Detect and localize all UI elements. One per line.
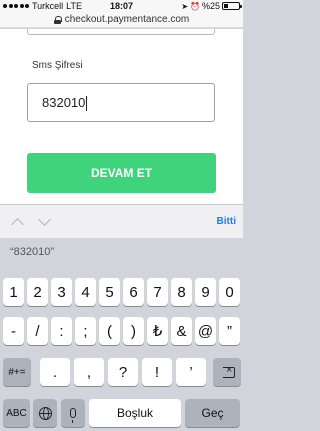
done-button[interactable]: Bitti <box>217 216 236 227</box>
key-exclamation[interactable]: ! <box>142 358 172 386</box>
key-2[interactable]: 2 <box>27 278 48 306</box>
continue-button[interactable]: DEVAM ET <box>27 153 216 193</box>
lock-icon <box>53 15 62 24</box>
sms-code-value: 832010 <box>42 95 86 110</box>
next-field-arrow-icon[interactable] <box>38 213 51 226</box>
url-text: checkout.paymentance.com <box>64 14 190 25</box>
dictation-key[interactable] <box>61 399 85 427</box>
globe-icon <box>38 406 52 420</box>
backspace-key[interactable] <box>213 358 241 386</box>
key-period[interactable]: . <box>40 358 70 386</box>
key-colon[interactable]: : <box>51 317 72 345</box>
quicktype-bar: “832010” <box>0 238 243 268</box>
previous-field-arrow-icon[interactable] <box>11 218 24 231</box>
key-apostrophe[interactable]: ’ <box>176 358 206 386</box>
battery-icon <box>222 2 242 10</box>
key-close-paren[interactable]: ) <box>123 317 144 345</box>
key-semicolon[interactable]: ; <box>75 317 96 345</box>
return-key[interactable]: Geç <box>185 399 240 427</box>
checkout-page: Sms Şifresi 832010 DEVAM ET <box>0 29 243 204</box>
key-open-paren[interactable]: ( <box>99 317 120 345</box>
key-6[interactable]: 6 <box>123 278 144 306</box>
status-right: ➤ ⏰ %25 <box>181 1 242 11</box>
key-at[interactable]: @ <box>195 317 216 345</box>
key-0[interactable]: 0 <box>219 278 240 306</box>
text-caret <box>86 96 88 112</box>
key-hyphen[interactable]: - <box>3 317 24 345</box>
microphone-icon <box>70 408 76 423</box>
key-5[interactable]: 5 <box>99 278 120 306</box>
key-lira[interactable]: ₺ <box>147 317 168 345</box>
suggestion-item[interactable]: “832010” <box>10 246 54 258</box>
key-4[interactable]: 4 <box>75 278 96 306</box>
backspace-icon <box>219 364 235 378</box>
keyboard: 1 2 3 4 5 6 7 8 9 0 - / : ; ( ) ₺ & @ ” … <box>0 268 243 431</box>
key-slash[interactable]: / <box>27 317 48 345</box>
key-ampersand[interactable]: & <box>171 317 192 345</box>
key-7[interactable]: 7 <box>147 278 168 306</box>
globe-key[interactable] <box>33 399 57 427</box>
key-comma[interactable]: , <box>74 358 104 386</box>
key-question[interactable]: ? <box>108 358 138 386</box>
status-bar: Turkcell LTE 18:07 ➤ ⏰ %25 <box>0 0 243 12</box>
alarm-icon: ⏰ <box>190 1 200 11</box>
previous-field[interactable] <box>27 29 215 35</box>
space-key[interactable]: Boşluk <box>89 399 181 427</box>
key-9[interactable]: 9 <box>195 278 216 306</box>
key-3[interactable]: 3 <box>51 278 72 306</box>
key-1[interactable]: 1 <box>3 278 24 306</box>
sms-code-label: Sms Şifresi <box>32 60 83 71</box>
key-8[interactable]: 8 <box>171 278 192 306</box>
symbols-mode-key[interactable]: #+= <box>3 358 31 386</box>
abc-key[interactable]: ABC <box>3 399 30 427</box>
location-icon: ➤ <box>181 1 189 11</box>
keyboard-accessory-bar: Bitti <box>0 204 243 238</box>
sms-code-input[interactable]: 832010 <box>27 83 215 122</box>
key-quote[interactable]: ” <box>219 317 240 345</box>
battery-percent: %25 <box>201 1 220 11</box>
url-bar[interactable]: checkout.paymentance.com <box>0 12 243 28</box>
